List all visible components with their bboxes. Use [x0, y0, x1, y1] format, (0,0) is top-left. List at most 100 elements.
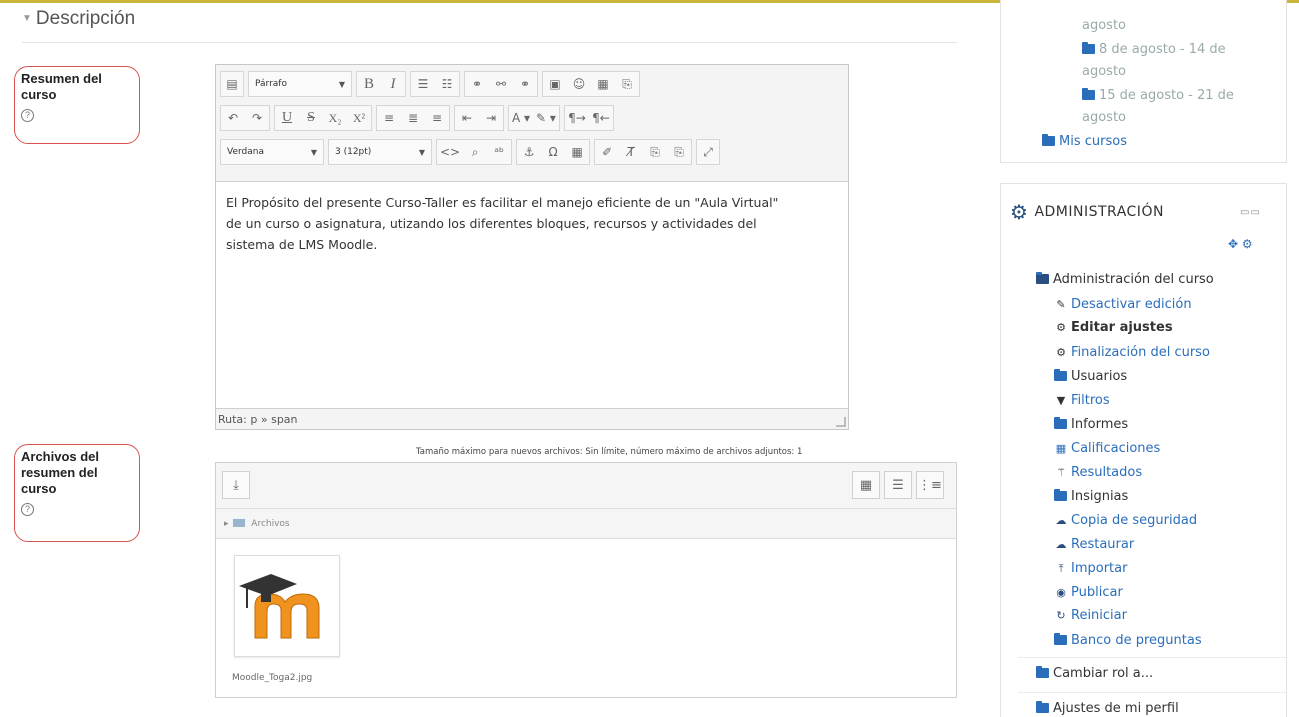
italic-icon[interactable]: I	[381, 72, 405, 96]
clear-format-icon[interactable]: T̸	[619, 140, 643, 164]
admin-title-text: ADMINISTRACIÓN	[1034, 204, 1164, 220]
toggle-toolbar-icon[interactable]: ▤	[220, 71, 244, 97]
collapse-triangle-icon[interactable]: ▼	[22, 13, 32, 24]
section-header[interactable]: ▼ Descripción	[22, 8, 135, 30]
admin-item-insignias[interactable]: Insignias	[1054, 489, 1128, 504]
table-icon[interactable]: ▦	[565, 140, 589, 164]
admin-item-restaurar[interactable]: ☁ Restaurar	[1054, 537, 1135, 552]
fullscreen-icon[interactable]: ⤢	[696, 139, 721, 165]
view-list-icon[interactable]: ☰	[884, 471, 912, 499]
switch-role-label: Cambiar rol a...	[1053, 666, 1154, 681]
superscript-icon[interactable]: X²	[347, 106, 371, 130]
admin-item-calificaciones[interactable]: ▦ Calificaciones	[1054, 441, 1161, 456]
font-size-value: 3 (12pt)	[335, 147, 372, 157]
file-manager: ⤓ ▦ ☰ ⋮≡ ▸ Archivos Moodle_Toga2.jpg	[215, 462, 957, 698]
bullet-list-icon[interactable]: ☰	[411, 72, 435, 96]
rtl-icon[interactable]: ¶←	[589, 106, 613, 130]
folder-name[interactable]: Archivos	[251, 519, 289, 529]
align-left-icon[interactable]: ≡	[377, 106, 401, 130]
subscript-icon[interactable]: X₂	[323, 106, 347, 130]
add-file-icon[interactable]: ⤓	[222, 471, 250, 499]
undo-icon[interactable]: ↶	[221, 106, 245, 130]
admin-item-editar-ajustes[interactable]: ⚙ Editar ajustes	[1054, 320, 1173, 335]
move-icon[interactable]: ✥	[1228, 237, 1238, 251]
admin-item-usuarios[interactable]: Usuarios	[1054, 369, 1127, 384]
admin-item-publicar[interactable]: ◉ Publicar	[1054, 585, 1123, 600]
image-icon[interactable]: ▣	[543, 72, 567, 96]
admin-item-label: Desactivar edición	[1071, 297, 1192, 312]
toolbar-row-1: ▤ Párrafo ▼ B I ☰ ☷ ⚭ ⚯ ⚭ ▣ ☺ ▦ ⎘	[220, 69, 640, 99]
anchor-icon[interactable]: ⚓	[517, 140, 541, 164]
view-tree-icon[interactable]: ⋮≡	[916, 471, 944, 499]
admin-item-finalizacion[interactable]: ⚙ Finalización del curso	[1054, 345, 1210, 360]
nav-item-my-courses[interactable]: Mis cursos	[1042, 134, 1127, 149]
admin-item-label: Editar ajustes	[1071, 320, 1173, 335]
paragraph-format-select[interactable]: Párrafo ▼	[248, 71, 352, 97]
course-admin-node[interactable]: Administración del curso	[1036, 272, 1214, 287]
align-right-icon[interactable]: ≡	[425, 106, 449, 130]
outdent-icon[interactable]: ⇤	[455, 106, 479, 130]
indent-icon[interactable]: ⇥	[479, 106, 503, 130]
chevron-down-icon: ▼	[310, 147, 317, 157]
expand-triangle-icon[interactable]: ▸	[224, 519, 229, 529]
bold-italic-group: B I	[356, 71, 406, 97]
paste-text-icon[interactable]: ⎘	[643, 140, 667, 164]
file-thumbnail[interactable]	[234, 555, 340, 657]
align-group: ≡ ≣ ≡	[376, 105, 450, 131]
strikethrough-icon[interactable]: S	[299, 106, 323, 130]
admin-item-reiniciar[interactable]: ↻ Reiniciar	[1054, 608, 1127, 623]
unlink-icon[interactable]: ⚯	[489, 72, 513, 96]
dock-block-icon[interactable]: ▭▭	[1240, 207, 1261, 218]
redo-icon[interactable]: ↷	[245, 106, 269, 130]
media-icon[interactable]: ▦	[591, 72, 615, 96]
admin-item-copia[interactable]: ☁ Copia de seguridad	[1054, 513, 1198, 528]
nav-item-week-15[interactable]: 15 de agosto - 21 de	[1082, 88, 1234, 103]
admin-item-label: Copia de seguridad	[1071, 513, 1198, 528]
font-family-select[interactable]: Verdana ▼	[220, 139, 324, 165]
numbered-list-icon[interactable]: ☷	[435, 72, 459, 96]
emoticon-icon[interactable]: ☺	[567, 72, 591, 96]
text-color-icon[interactable]: A ▾	[509, 106, 533, 130]
file-name[interactable]: Moodle_Toga2.jpg	[232, 673, 312, 683]
gear-icon: ⚙	[1056, 321, 1066, 334]
moodle-link-icon[interactable]: ⚭	[513, 72, 537, 96]
admin-item-label: Usuarios	[1071, 369, 1128, 384]
admin-item-resultados[interactable]: ⚚ Resultados	[1054, 465, 1142, 480]
admin-item-filtros[interactable]: ▼ Filtros	[1054, 393, 1110, 408]
clean-icon[interactable]: ✐	[595, 140, 619, 164]
admin-item-informes[interactable]: Informes	[1054, 417, 1128, 432]
link-group: ⚭ ⚯ ⚭	[464, 71, 538, 97]
gears-icon: ⚙	[1010, 200, 1029, 224]
ltr-icon[interactable]: ¶→	[565, 106, 589, 130]
admin-item-banco-preguntas[interactable]: Banco de preguntas	[1054, 633, 1202, 648]
help-icon[interactable]: ?	[21, 503, 34, 516]
editor-line-3: sistema de LMS Moodle.	[226, 237, 378, 252]
background-color-icon[interactable]: ✎ ▾	[533, 106, 559, 130]
admin-item-label: Reiniciar	[1071, 608, 1127, 623]
spellcheck-icon[interactable]: ᵃᵇ	[487, 140, 511, 164]
file-manager-path: ▸ Archivos	[216, 509, 956, 539]
special-char-icon[interactable]: Ω	[541, 140, 565, 164]
gear-icon[interactable]: ⚙	[1242, 237, 1253, 251]
admin-item-importar[interactable]: ⤒ Importar	[1054, 561, 1128, 576]
bold-icon[interactable]: B	[357, 72, 381, 96]
undo-redo-group: ↶ ↷	[220, 105, 270, 131]
editor-content[interactable]: El Propósito del presente Curso-Taller e…	[216, 181, 848, 409]
align-center-icon[interactable]: ≣	[401, 106, 425, 130]
underline-icon[interactable]: U	[275, 106, 299, 130]
font-size-select[interactable]: 3 (12pt) ▼	[328, 139, 432, 165]
view-icons-icon[interactable]: ▦	[852, 471, 880, 499]
paste-word-icon[interactable]: ⎘	[667, 140, 691, 164]
admin-item-desactivar-edicion[interactable]: ✎ Desactivar edición	[1054, 297, 1192, 312]
profile-settings-node[interactable]: Ajustes de mi perfil	[1036, 701, 1179, 716]
nav-item-week-8[interactable]: 8 de agosto - 14 de	[1082, 42, 1226, 57]
help-icon[interactable]: ?	[21, 109, 34, 122]
globe-icon: ◉	[1056, 586, 1066, 599]
resize-handle-icon[interactable]	[836, 417, 846, 427]
link-icon[interactable]: ⚭	[465, 72, 489, 96]
switch-role-node[interactable]: Cambiar rol a...	[1036, 666, 1153, 681]
misc-group-3: ✐ T̸ ⎘ ⎘	[594, 139, 693, 165]
code-icon[interactable]: <>	[437, 140, 463, 164]
paste-icon[interactable]: ⎘	[615, 72, 639, 96]
search-replace-icon[interactable]: ⌕	[463, 140, 487, 164]
